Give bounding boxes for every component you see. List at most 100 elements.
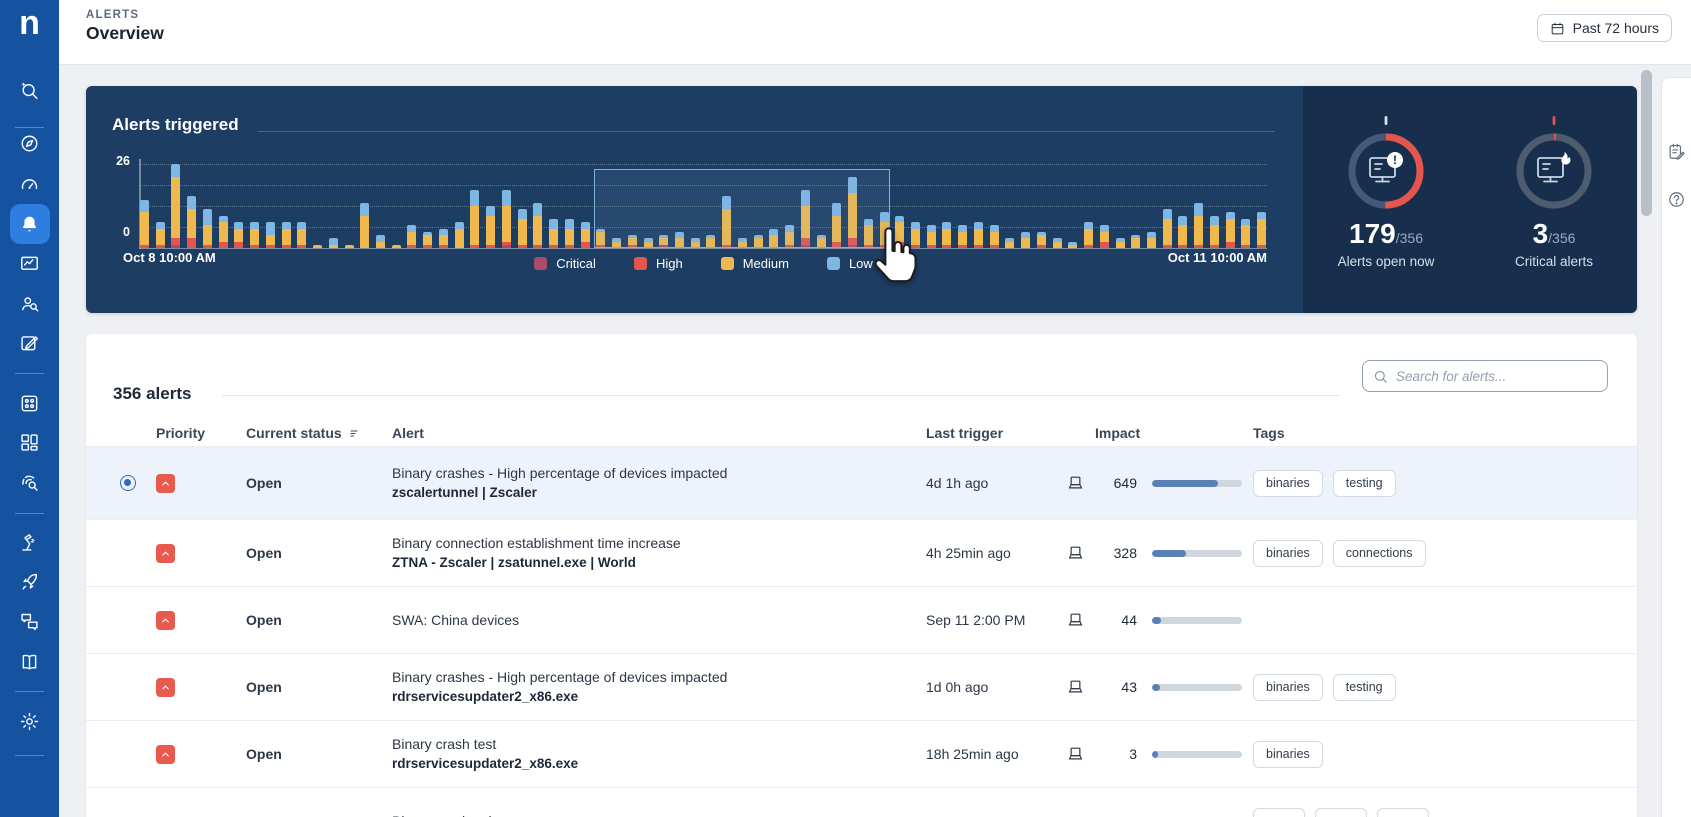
help-icon[interactable] [1667,190,1687,210]
alert-cell[interactable]: Binary crashes - High percentage of devi… [392,464,926,502]
table-row[interactable]: Open Binary crash test rdrservicesupdate… [86,721,1637,788]
chart-bar[interactable] [1131,235,1140,248]
alerts-bell-icon[interactable] [10,204,50,244]
search-input[interactable] [1396,369,1597,384]
chart-bar[interactable] [360,203,369,248]
alert-cell[interactable]: Binary crash test rdrservicesupdater2_x8… [392,735,926,773]
chart-bar[interactable] [439,229,448,248]
chart-selection-region[interactable] [594,169,890,248]
chart-bar[interactable] [329,238,338,248]
chart-bar[interactable] [297,222,306,248]
chart-bar[interactable] [376,235,385,248]
alert-cell[interactable]: Binary crashes - High percentage of devi… [392,668,926,706]
alerts-search[interactable] [1362,360,1608,392]
chart-bar[interactable] [958,225,967,248]
chart-bar[interactable] [502,190,511,248]
table-row[interactable]: Open Binary connection establishment tim… [86,520,1637,587]
chart-bar[interactable] [565,219,574,248]
chart-bar[interactable] [250,222,259,248]
table-row[interactable]: Open Binary crashes - High percentage of… [86,447,1637,520]
chart-bar[interactable] [518,209,527,248]
chart-bar[interactable] [486,206,495,248]
desk-lamp-icon[interactable] [10,522,50,562]
title-rule [258,131,1275,132]
layout-blocks-icon[interactable] [10,422,50,462]
column-tags[interactable]: Tags [1246,425,1637,441]
column-priority[interactable]: Priority [156,425,246,441]
table-row[interactable]: Open Binary crashes - High percentage of… [86,654,1637,721]
chart-bar[interactable] [1037,232,1046,248]
chart-bar[interactable] [455,222,464,248]
chart-bar[interactable] [990,225,999,248]
chart-bar[interactable] [942,222,951,248]
table-body: Open Binary crashes - High percentage of… [86,447,1637,817]
time-range-button[interactable]: Past 72 hours [1537,14,1672,42]
chart-bar[interactable] [1116,238,1125,248]
chart-bar[interactable] [1257,212,1266,248]
chart-bar[interactable] [266,222,275,248]
scrollbar-thumb[interactable] [1641,70,1652,216]
chart-bar[interactable] [219,216,228,248]
chart-bar[interactable] [392,245,401,248]
table-row[interactable]: Open SWA: China devices Sep 11 2:00 PM 4… [86,587,1637,654]
app-grid-icon[interactable] [10,383,50,423]
column-alert[interactable]: Alert [392,425,926,441]
chart-bar[interactable] [1100,225,1109,248]
x-axis-line [140,248,1267,249]
chart-bar[interactable] [1226,212,1235,248]
chart-bar[interactable] [974,222,983,248]
chart-bar[interactable] [1178,216,1187,248]
chart-bar[interactable] [1210,216,1219,248]
chart-bar[interactable] [1241,219,1250,248]
alert-cell[interactable]: SWA: China devices [392,611,926,629]
task-edit-icon[interactable] [10,323,50,363]
chart-bar[interactable] [203,209,212,248]
alert-cell[interactable]: Binary crashes increase [392,812,926,817]
row-radio-selected[interactable] [120,475,136,491]
chart-bar[interactable] [1068,242,1077,248]
chart-bar[interactable] [140,200,149,248]
chat-bubbles-icon[interactable] [10,601,50,641]
chart-bar[interactable] [1005,238,1014,248]
chart-bar[interactable] [1021,232,1030,248]
compass-icon[interactable] [10,123,50,163]
column-impact[interactable]: Impact [1066,425,1246,441]
dashboard-gauge-icon[interactable] [10,164,50,204]
table-row-partial[interactable]: Binary crashes increase [86,788,1637,817]
chart-bar[interactable] [1053,238,1062,248]
chart-bar[interactable] [1163,209,1172,248]
chart-bar[interactable] [581,222,590,248]
chart-bar[interactable] [549,219,558,248]
chart-bar[interactable] [1147,232,1156,248]
notes-icon[interactable] [1667,142,1687,162]
book-icon[interactable] [10,642,50,682]
chart-bar[interactable] [1084,222,1093,248]
user-search-icon[interactable] [10,283,50,323]
ai-search-icon[interactable] [10,70,50,110]
chart-bar[interactable] [156,222,165,248]
chart-bar[interactable] [423,232,432,248]
fingerprint-search-icon[interactable] [10,463,50,503]
open-alerts-label: Alerts open now [1315,254,1457,269]
chart-bar[interactable] [533,203,542,248]
chart-bar[interactable] [407,225,416,248]
chart-bar[interactable] [234,222,243,248]
impact-cell: 3 [1066,745,1246,764]
column-current-status[interactable]: Current status [246,425,392,441]
sort-icon [349,427,361,439]
alert-cell[interactable]: Binary connection establishment time inc… [392,534,926,572]
rocket-icon[interactable] [10,562,50,602]
chart-bar[interactable] [1194,203,1203,248]
monitor-chart-icon[interactable] [10,243,50,283]
chart-bar[interactable] [187,196,196,248]
settings-gear-icon[interactable] [10,701,50,741]
chart-bar[interactable] [470,190,479,248]
chart-bar[interactable] [345,245,354,248]
chart-bar[interactable] [927,225,936,248]
vertical-scrollbar[interactable] [1641,68,1652,817]
column-last-trigger[interactable]: Last trigger [926,425,1066,441]
chart-bar[interactable] [313,245,322,248]
critical-alerts-label: Critical alerts [1483,254,1625,269]
chart-bar[interactable] [282,222,291,248]
chart-bar[interactable] [171,164,180,248]
